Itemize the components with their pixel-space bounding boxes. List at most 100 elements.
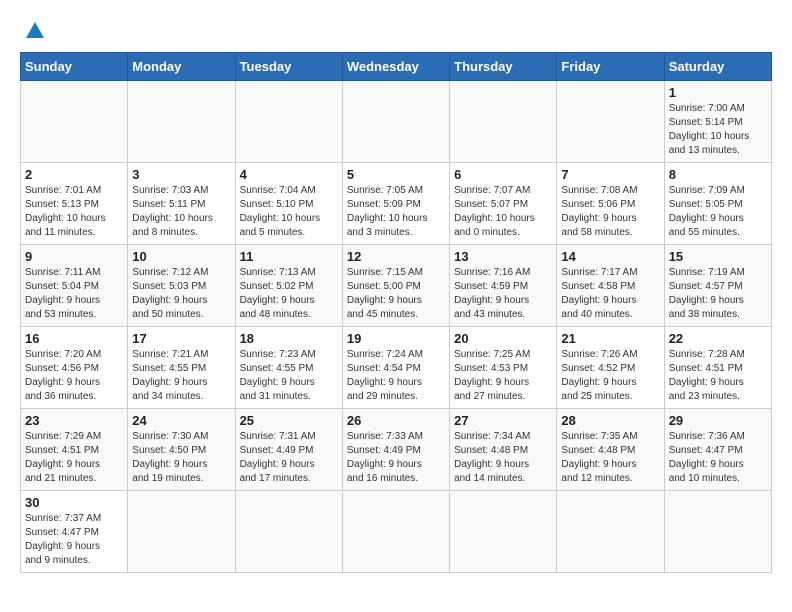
calendar-day-cell: 7 Sunrise: 7:08 AM Sunset: 5:06 PM Daylig… [557, 163, 664, 245]
day-number: 1 [669, 85, 767, 100]
calendar-day-cell: 12 Sunrise: 7:15 AM Sunset: 5:00 PM Dayli… [342, 245, 449, 327]
calendar-day-cell: 16 Sunrise: 7:20 AM Sunset: 4:56 PM Dayli… [21, 327, 128, 409]
day-number: 19 [347, 331, 445, 346]
calendar-day-header: Wednesday [342, 53, 449, 81]
calendar-day-cell: 5Sunrise: 7:05 AM Sunset: 5:09 PM Daylig… [342, 163, 449, 245]
day-number: 8 [669, 167, 767, 182]
calendar-day-cell: 22Sunrise: 7:28 AM Sunset: 4:51 PM Dayli… [664, 327, 771, 409]
calendar-day-cell: 11Sunrise: 7:13 AM Sunset: 5:02 PM Dayli… [235, 245, 342, 327]
day-info: Sunrise: 7:20 AM Sunset: 4:56 PM Dayligh… [25, 348, 123, 404]
day-number: 4 [240, 167, 338, 182]
day-number: 12 [347, 249, 445, 264]
calendar-day-cell: 8 Sunrise: 7:09 AM Sunset: 5:05 PM Daylig… [664, 163, 771, 245]
calendar-day-cell: 21 Sunrise: 7:26 AM Sunset: 4:52 PM Dayli… [557, 327, 664, 409]
day-info: Sunrise: 7:09 AM Sunset: 5:05 PM Dayligh… [669, 184, 767, 240]
day-info: Sunrise: 7:30 AM Sunset: 4:50 PM Dayligh… [132, 430, 230, 486]
calendar-day-cell [342, 81, 449, 163]
calendar-day-cell: 15Sunrise: 7:19 AM Sunset: 4:57 PM Dayli… [664, 245, 771, 327]
day-info: Sunrise: 7:33 AM Sunset: 4:49 PM Dayligh… [347, 430, 445, 486]
day-info: Sunrise: 7:24 AM Sunset: 4:54 PM Dayligh… [347, 348, 445, 404]
calendar-day-cell: 23 Sunrise: 7:29 AM Sunset: 4:51 PM Dayli… [21, 409, 128, 491]
calendar-day-cell: 6Sunrise: 7:07 AM Sunset: 5:07 PM Daylig… [450, 163, 557, 245]
day-number: 26 [347, 413, 445, 428]
day-info: Sunrise: 7:26 AM Sunset: 4:52 PM Dayligh… [561, 348, 659, 404]
calendar-day-cell: 29Sunrise: 7:36 AM Sunset: 4:47 PM Dayli… [664, 409, 771, 491]
day-number: 30 [25, 495, 123, 510]
day-info: Sunrise: 7:29 AM Sunset: 4:51 PM Dayligh… [25, 430, 123, 486]
day-number: 25 [240, 413, 338, 428]
day-info: Sunrise: 7:21 AM Sunset: 4:55 PM Dayligh… [132, 348, 230, 404]
day-info: Sunrise: 7:11 AM Sunset: 5:04 PM Dayligh… [25, 266, 123, 322]
calendar-week-row: 1 Sunrise: 7:00 AM Sunset: 5:14 PM Daylig… [21, 81, 772, 163]
calendar-day-cell: 19 Sunrise: 7:24 AM Sunset: 4:54 PM Dayli… [342, 327, 449, 409]
day-info: Sunrise: 7:34 AM Sunset: 4:48 PM Dayligh… [454, 430, 552, 486]
day-info: Sunrise: 7:04 AM Sunset: 5:10 PM Dayligh… [240, 184, 338, 240]
day-number: 2 [25, 167, 123, 182]
calendar-day-cell [342, 491, 449, 573]
day-info: Sunrise: 7:01 AM Sunset: 5:13 PM Dayligh… [25, 184, 123, 240]
calendar-day-header: Thursday [450, 53, 557, 81]
day-number: 22 [669, 331, 767, 346]
day-info: Sunrise: 7:37 AM Sunset: 4:47 PM Dayligh… [25, 512, 123, 568]
calendar-day-cell: 24 Sunrise: 7:30 AM Sunset: 4:50 PM Dayli… [128, 409, 235, 491]
day-info: Sunrise: 7:07 AM Sunset: 5:07 PM Dayligh… [454, 184, 552, 240]
calendar-day-cell: 14 Sunrise: 7:17 AM Sunset: 4:58 PM Dayli… [557, 245, 664, 327]
calendar-day-cell: 20 Sunrise: 7:25 AM Sunset: 4:53 PM Dayli… [450, 327, 557, 409]
logo [20, 20, 46, 42]
calendar-day-cell: 13Sunrise: 7:16 AM Sunset: 4:59 PM Dayli… [450, 245, 557, 327]
calendar-day-cell: 9 Sunrise: 7:11 AM Sunset: 5:04 PM Daylig… [21, 245, 128, 327]
day-number: 14 [561, 249, 659, 264]
calendar-day-header: Sunday [21, 53, 128, 81]
logo-icon [24, 20, 46, 42]
calendar-day-cell [235, 81, 342, 163]
calendar-day-cell [128, 81, 235, 163]
day-info: Sunrise: 7:00 AM Sunset: 5:14 PM Dayligh… [669, 102, 767, 158]
day-info: Sunrise: 7:23 AM Sunset: 4:55 PM Dayligh… [240, 348, 338, 404]
day-number: 7 [561, 167, 659, 182]
calendar-day-cell [128, 491, 235, 573]
day-number: 10 [132, 249, 230, 264]
day-info: Sunrise: 7:03 AM Sunset: 5:11 PM Dayligh… [132, 184, 230, 240]
day-number: 17 [132, 331, 230, 346]
day-info: Sunrise: 7:31 AM Sunset: 4:49 PM Dayligh… [240, 430, 338, 486]
calendar-day-cell [235, 491, 342, 573]
calendar-week-row: 30 Sunrise: 7:37 AM Sunset: 4:47 PM Dayli… [21, 491, 772, 573]
day-number: 9 [25, 249, 123, 264]
calendar-day-cell: 10 Sunrise: 7:12 AM Sunset: 5:03 PM Dayli… [128, 245, 235, 327]
calendar-day-header: Saturday [664, 53, 771, 81]
calendar-day-cell: 18 Sunrise: 7:23 AM Sunset: 4:55 PM Dayli… [235, 327, 342, 409]
calendar-week-row: 9 Sunrise: 7:11 AM Sunset: 5:04 PM Daylig… [21, 245, 772, 327]
calendar-day-cell: 30 Sunrise: 7:37 AM Sunset: 4:47 PM Dayli… [21, 491, 128, 573]
page-header [20, 20, 772, 42]
calendar-day-cell: 25 Sunrise: 7:31 AM Sunset: 4:49 PM Dayli… [235, 409, 342, 491]
day-info: Sunrise: 7:15 AM Sunset: 5:00 PM Dayligh… [347, 266, 445, 322]
day-number: 15 [669, 249, 767, 264]
day-info: Sunrise: 7:12 AM Sunset: 5:03 PM Dayligh… [132, 266, 230, 322]
day-info: Sunrise: 7:25 AM Sunset: 4:53 PM Dayligh… [454, 348, 552, 404]
day-number: 13 [454, 249, 552, 264]
day-number: 20 [454, 331, 552, 346]
calendar-day-cell: 27Sunrise: 7:34 AM Sunset: 4:48 PM Dayli… [450, 409, 557, 491]
calendar-day-cell [450, 491, 557, 573]
calendar-day-cell [450, 81, 557, 163]
calendar-day-cell: 1 Sunrise: 7:00 AM Sunset: 5:14 PM Daylig… [664, 81, 771, 163]
calendar-day-cell: 28Sunrise: 7:35 AM Sunset: 4:48 PM Dayli… [557, 409, 664, 491]
day-info: Sunrise: 7:36 AM Sunset: 4:47 PM Dayligh… [669, 430, 767, 486]
calendar-day-cell [557, 491, 664, 573]
day-number: 5 [347, 167, 445, 182]
day-info: Sunrise: 7:08 AM Sunset: 5:06 PM Dayligh… [561, 184, 659, 240]
calendar-table: SundayMondayTuesdayWednesdayThursdayFrid… [20, 52, 772, 573]
day-number: 18 [240, 331, 338, 346]
calendar-day-header: Tuesday [235, 53, 342, 81]
calendar-day-cell [21, 81, 128, 163]
day-number: 24 [132, 413, 230, 428]
calendar-header-row: SundayMondayTuesdayWednesdayThursdayFrid… [21, 53, 772, 81]
day-number: 16 [25, 331, 123, 346]
day-info: Sunrise: 7:17 AM Sunset: 4:58 PM Dayligh… [561, 266, 659, 322]
day-number: 23 [25, 413, 123, 428]
day-number: 28 [561, 413, 659, 428]
calendar-day-cell: 17 Sunrise: 7:21 AM Sunset: 4:55 PM Dayli… [128, 327, 235, 409]
calendar-week-row: 16 Sunrise: 7:20 AM Sunset: 4:56 PM Dayli… [21, 327, 772, 409]
day-number: 21 [561, 331, 659, 346]
calendar-day-cell: 2 Sunrise: 7:01 AM Sunset: 5:13 PM Daylig… [21, 163, 128, 245]
